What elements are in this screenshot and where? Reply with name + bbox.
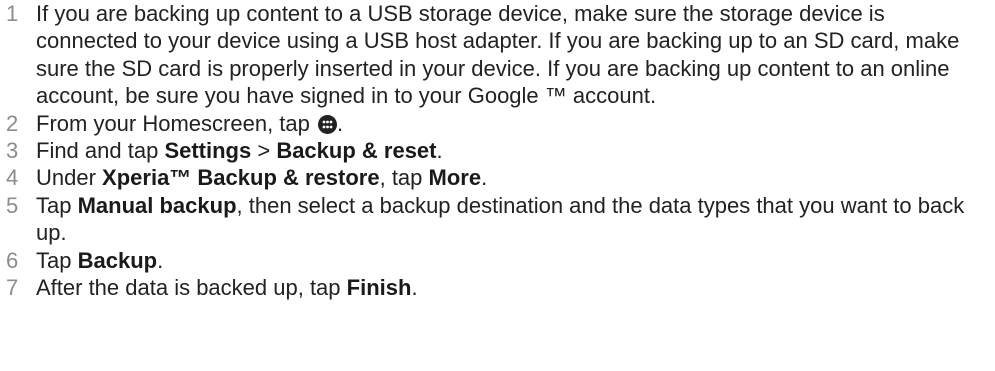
step-text-prefix: Tap	[36, 192, 78, 218]
step-text: From your Homescreen, tap .	[36, 110, 995, 137]
step-text-suffix: .	[157, 247, 164, 273]
instruction-steps: 1 If you are backing up content to a USB…	[0, 0, 995, 301]
step-text: Tap Backup.	[36, 247, 995, 274]
step-5: 5 Tap Manual backup, then select a backu…	[0, 192, 995, 247]
step-1: 1 If you are backing up content to a USB…	[0, 0, 995, 110]
step-text-separator: >	[251, 138, 277, 164]
step-text: If you are backing up content to a USB s…	[36, 1, 960, 109]
step-text-suffix: .	[336, 110, 344, 136]
step-number: 3	[6, 138, 19, 164]
finish-label: Finish	[346, 275, 412, 301]
step-6: 6 Tap Backup.	[0, 247, 995, 274]
step-text: After the data is backed up, tap Finish.	[36, 274, 995, 301]
step-text-middle: , tap	[379, 165, 429, 191]
step-text: Find and tap Settings > Backup & reset.	[36, 137, 995, 164]
step-text-suffix: .	[436, 138, 443, 164]
step-2: 2 From your Homescreen, tap .	[0, 110, 995, 137]
step-text-prefix: Find and tap	[36, 138, 165, 164]
step-number: 7	[6, 275, 19, 301]
step-text: Tap Manual backup, then select a backup …	[36, 192, 995, 247]
step-text-prefix: Under	[36, 165, 103, 191]
manual-backup-label: Manual backup	[77, 192, 237, 218]
backup-label: Backup	[77, 247, 158, 273]
step-text-prefix: From your Homescreen, tap	[36, 110, 316, 136]
step-number: 1	[6, 1, 19, 26]
step-7: 7 After the data is backed up, tap Finis…	[0, 274, 995, 301]
step-number: 4	[6, 165, 19, 191]
step-text-prefix: After the data is backed up, tap	[36, 275, 347, 301]
step-3: 3 Find and tap Settings > Backup & reset…	[0, 137, 995, 164]
xperia-backup-restore-label: Xperia™ Backup & restore	[102, 165, 380, 191]
step-number: 5	[6, 192, 19, 218]
step-number: 2	[6, 110, 19, 136]
step-number: 6	[6, 247, 19, 273]
step-text-suffix: .	[411, 275, 418, 301]
apps-icon	[317, 114, 337, 134]
step-text: Under Xperia™ Backup & restore, tap More…	[36, 164, 995, 191]
backup-reset-label: Backup & reset	[276, 138, 437, 164]
step-text-suffix: .	[481, 165, 488, 191]
step-text-prefix: Tap	[36, 247, 78, 273]
settings-label: Settings	[164, 138, 252, 164]
more-label: More	[428, 165, 482, 191]
step-4: 4 Under Xperia™ Backup & restore, tap Mo…	[0, 164, 995, 191]
